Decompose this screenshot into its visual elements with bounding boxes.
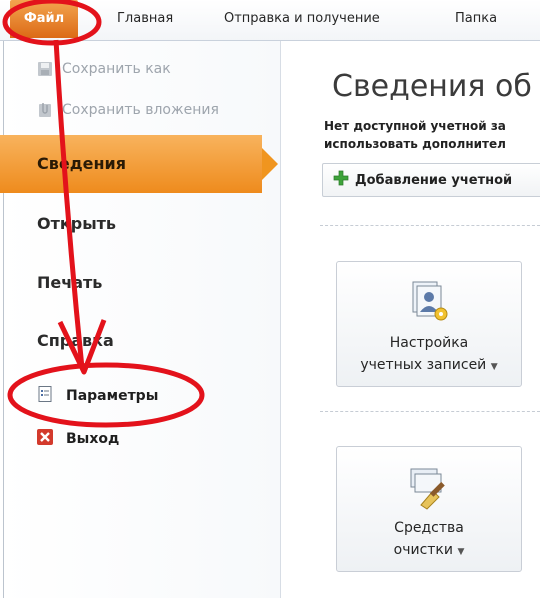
nav-open[interactable]: Открыть bbox=[37, 214, 116, 233]
cleanup-tools-button[interactable]: Средства очистки ▼ bbox=[336, 446, 522, 572]
tab-folder[interactable]: Папка bbox=[449, 8, 503, 29]
separator bbox=[320, 411, 540, 412]
save-as-command[interactable]: Сохранить как bbox=[36, 60, 171, 78]
plus-icon bbox=[333, 170, 349, 190]
nav-print[interactable]: Печать bbox=[37, 273, 102, 292]
dropdown-caret-icon: ▼ bbox=[490, 362, 498, 372]
account-settings-icon bbox=[403, 276, 455, 328]
tab-file[interactable]: Файл bbox=[10, 0, 78, 38]
account-settings-button[interactable]: Настройка учетных записей ▼ bbox=[336, 261, 522, 387]
save-as-icon bbox=[36, 60, 54, 78]
nav-border bbox=[3, 41, 4, 598]
account-settings-label-2: учетных записей ▼ bbox=[360, 357, 498, 373]
save-attachments-icon bbox=[36, 101, 54, 119]
cleanup-tools-label-1: Средства bbox=[394, 520, 464, 536]
cleanup-tools-label-2: очистки ▼ bbox=[393, 542, 465, 558]
ribbon-tab-bar: Файл Главная Отправка и получение Папка bbox=[0, 0, 540, 41]
nav-info[interactable]: Сведения bbox=[0, 135, 262, 193]
options-icon bbox=[36, 385, 54, 407]
dropdown-caret-icon: ▼ bbox=[457, 547, 465, 557]
backstage-nav bbox=[0, 41, 281, 598]
save-attachments-label: Сохранить вложения bbox=[62, 102, 219, 118]
account-notice: Нет доступной учетной за использовать до… bbox=[324, 117, 506, 153]
add-account-button[interactable]: Добавление учетной bbox=[322, 163, 540, 197]
options-label: Параметры bbox=[66, 388, 159, 404]
account-settings-label-1: Настройка bbox=[389, 335, 469, 351]
tab-send-receive[interactable]: Отправка и получение bbox=[218, 8, 386, 29]
nav-help[interactable]: Справка bbox=[37, 331, 114, 350]
tab-home[interactable]: Главная bbox=[111, 8, 179, 29]
exit-command[interactable]: Выход bbox=[36, 428, 119, 450]
add-account-label: Добавление учетной bbox=[355, 172, 513, 188]
exit-icon bbox=[36, 428, 54, 450]
separator bbox=[320, 225, 540, 226]
exit-label: Выход bbox=[66, 431, 120, 447]
page-title: Сведения об у bbox=[332, 69, 540, 104]
save-attachments-command[interactable]: Сохранить вложения bbox=[36, 101, 219, 119]
account-notice-line2: использовать дополнител bbox=[324, 137, 506, 151]
account-notice-line1: Нет доступной учетной за bbox=[324, 119, 506, 133]
active-nav-pointer bbox=[262, 148, 278, 180]
save-as-label: Сохранить как bbox=[62, 61, 171, 77]
cleanup-tools-icon bbox=[403, 461, 455, 513]
options-command[interactable]: Параметры bbox=[36, 385, 158, 407]
info-pane: Сведения об у Нет доступной учетной за и… bbox=[282, 41, 540, 598]
